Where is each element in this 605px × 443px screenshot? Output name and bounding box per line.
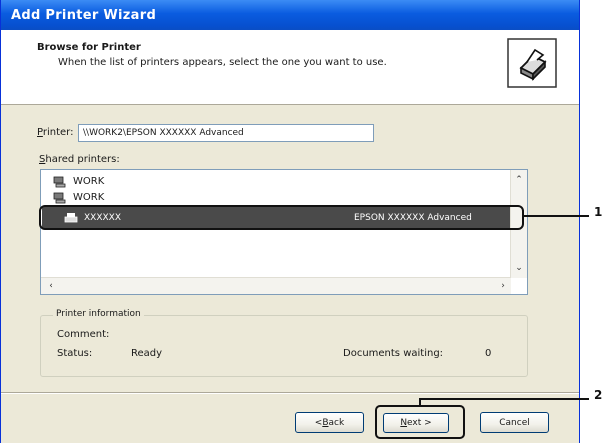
- list-item-label: WORK: [73, 192, 105, 203]
- header-subtitle: When the list of printers appears, selec…: [58, 57, 387, 68]
- callout-1-leader-line: [523, 215, 589, 217]
- scroll-right-icon[interactable]: ›: [495, 278, 511, 294]
- add-printer-wizard-window: Add Printer Wizard Browse for Printer Wh…: [0, 0, 580, 443]
- callout-2-leader-tick: [419, 398, 421, 406]
- comment-label: Comment:: [57, 329, 110, 340]
- window-title: Add Printer Wizard: [11, 7, 157, 23]
- horizontal-scrollbar[interactable]: ‹ ›: [41, 277, 511, 294]
- list-item[interactable]: WORK: [53, 190, 104, 205]
- scroll-down-icon[interactable]: ⌄: [511, 260, 527, 276]
- printer-information-group: Printer information Comment: Status: Rea…: [40, 309, 528, 377]
- printer-icon: [507, 38, 557, 88]
- printer-name-input[interactable]: [78, 124, 374, 142]
- scroll-left-icon[interactable]: ‹: [43, 278, 59, 294]
- callout-2-highlight: [375, 405, 465, 439]
- documents-waiting-value: 0: [485, 348, 492, 359]
- printer-information-legend: Printer information: [53, 309, 144, 319]
- shared-printers-list[interactable]: WORK WORK XXXXXX EPSON XXXXXX Advanced ⌃…: [40, 169, 528, 295]
- shared-printers-label: Shared printers:: [39, 154, 120, 165]
- footer-divider: [1, 392, 579, 394]
- wizard-header: Browse for Printer When the list of prin…: [1, 30, 579, 105]
- scroll-up-icon[interactable]: ⌃: [511, 172, 527, 188]
- callout-2-leader-line: [420, 398, 589, 400]
- status-label: Status:: [57, 348, 93, 359]
- title-bar: Add Printer Wizard: [1, 0, 579, 30]
- callout-1-number: 1: [594, 205, 603, 219]
- header-title: Browse for Printer: [37, 42, 141, 53]
- documents-waiting-label: Documents waiting:: [343, 348, 444, 359]
- network-computer-icon: [53, 176, 66, 187]
- callout-1-highlight: [39, 205, 524, 230]
- back-button[interactable]: < Back: [295, 412, 364, 433]
- status-value: Ready: [131, 348, 163, 359]
- printer-label: Printer:: [37, 127, 74, 138]
- list-item[interactable]: WORK: [53, 174, 104, 189]
- callout-2-number: 2: [594, 388, 603, 402]
- cancel-button[interactable]: Cancel: [480, 412, 549, 433]
- network-computer-icon: [53, 192, 66, 203]
- list-item-label: WORK: [73, 176, 105, 187]
